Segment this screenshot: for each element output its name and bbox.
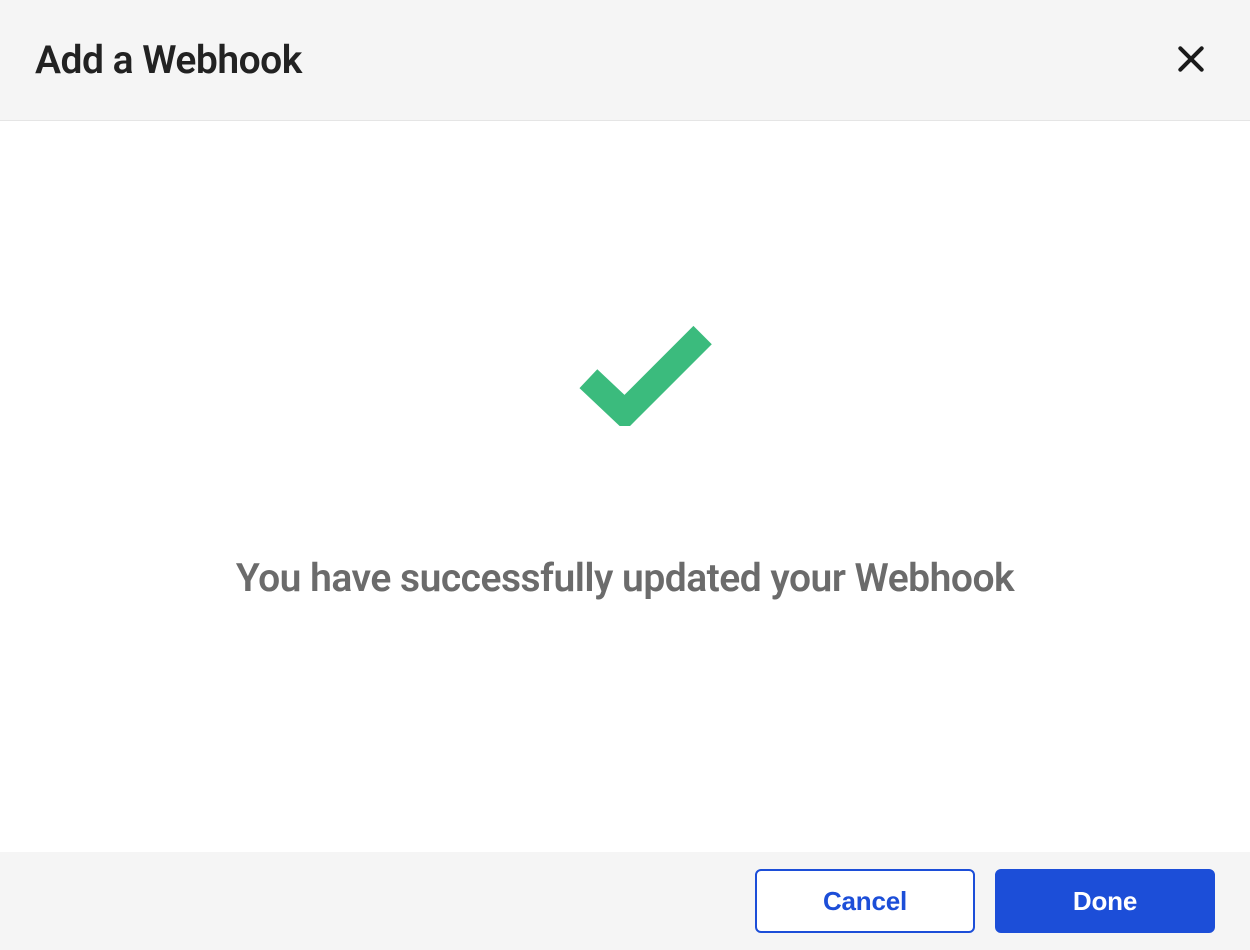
success-message: You have successfully updated your Webho… (236, 555, 1014, 601)
success-checkmark-icon (578, 321, 713, 430)
close-icon (1175, 43, 1207, 78)
modal-header: Add a Webhook (0, 0, 1250, 121)
modal-content: You have successfully updated your Webho… (0, 121, 1250, 852)
modal-footer: Cancel Done (0, 852, 1250, 950)
modal-title: Add a Webhook (35, 37, 302, 83)
cancel-button[interactable]: Cancel (755, 869, 975, 933)
close-button[interactable] (1167, 35, 1215, 86)
done-button[interactable]: Done (995, 869, 1215, 933)
